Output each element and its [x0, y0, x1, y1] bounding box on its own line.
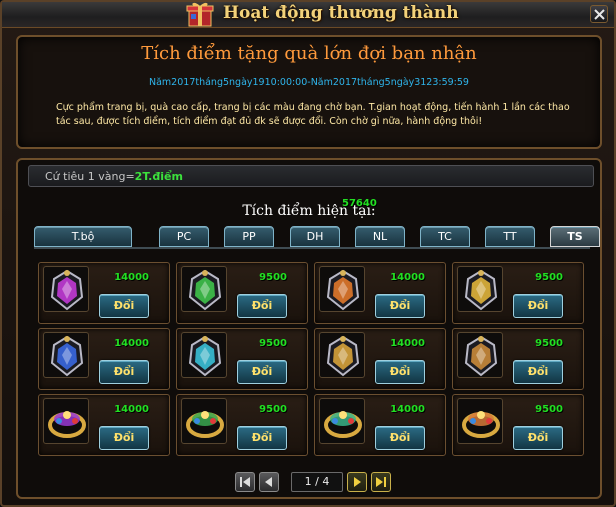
tab-tt[interactable]: TT — [485, 226, 535, 247]
item-price: 14000 — [114, 272, 149, 283]
tab-pp[interactable]: PP — [224, 226, 274, 247]
item-cell: 9500 Đổi — [176, 328, 308, 390]
gift-box-icon — [182, 0, 218, 28]
item-cell: 14000 Đổi — [38, 328, 170, 390]
item-price: 14000 — [390, 272, 425, 283]
redeem-button[interactable]: Đổi — [237, 294, 287, 318]
redeem-button[interactable]: Đổi — [513, 360, 563, 384]
tab-tc[interactable]: TC — [420, 226, 470, 247]
item-slot[interactable] — [181, 398, 227, 444]
item-price: 14000 — [114, 338, 149, 349]
prev-page-button[interactable] — [259, 472, 279, 492]
item-price: 14000 — [114, 404, 149, 415]
event-time-range: Năm2017tháng5ngày1910:00:00-Năm2017tháng… — [149, 77, 469, 88]
item-slot[interactable] — [319, 398, 365, 444]
pink-amulet-icon — [50, 269, 84, 311]
item-grid: 14000 Đổi 9500 Đổi 14000 Đổi 9500 Đổi 14000 Đổi 95… — [38, 262, 588, 458]
first-page-button[interactable] — [235, 472, 255, 492]
exchange-rate-bar: Cứ tiêu 1 vàng=2T.điểm — [28, 165, 594, 187]
last-page-button[interactable] — [371, 472, 391, 492]
close-button[interactable] — [590, 5, 608, 23]
tab-ts[interactable]: TS — [550, 226, 600, 247]
item-cell: 9500 Đổi — [176, 394, 308, 456]
redeem-button[interactable]: Đổi — [375, 360, 425, 384]
item-slot[interactable] — [43, 398, 89, 444]
gem-ring-icon — [464, 335, 498, 377]
blue-amulet-icon — [50, 335, 84, 377]
event-title: Tích điểm tặng quà lớn đợi bạn nhận — [141, 43, 477, 64]
item-slot[interactable] — [181, 332, 227, 378]
gem-bracelet-icon — [326, 335, 360, 377]
redeem-button[interactable]: Đổi — [513, 294, 563, 318]
redeem-button[interactable]: Đổi — [375, 294, 425, 318]
redeem-button[interactable]: Đổi — [99, 294, 149, 318]
category-tabs: T.bộ PC PP DH NL TC TT TS — [34, 226, 604, 248]
item-cell: 14000 Đổi — [38, 262, 170, 324]
tab-divider — [34, 247, 590, 249]
item-cell: 9500 Đổi — [452, 328, 584, 390]
item-cell: 14000 Đổi — [38, 394, 170, 456]
event-info-panel: Tích điểm tặng quà lớn đợi bạn nhận Năm2… — [16, 35, 602, 149]
item-slot[interactable] — [457, 398, 503, 444]
item-price: 9500 — [535, 338, 563, 349]
pagination: 1 / 4 — [235, 471, 395, 493]
tab-all[interactable]: T.bộ — [34, 226, 132, 247]
jeweled-ring-icon — [462, 411, 500, 438]
item-price: 9500 — [535, 404, 563, 415]
next-page-button[interactable] — [347, 472, 367, 492]
first-page-icon — [240, 477, 250, 487]
event-window: Hoạt động thương thành Tích điểm tặng qu… — [0, 0, 616, 507]
tab-nl[interactable]: NL — [355, 226, 405, 247]
item-slot[interactable] — [43, 332, 89, 378]
exchange-panel: Cứ tiêu 1 vàng=2T.điểm Tích điểm hiện tạ… — [16, 158, 602, 499]
item-price: 14000 — [390, 338, 425, 349]
item-price: 9500 — [259, 272, 287, 283]
current-points-label: Tích điểm hiện tại: — [242, 203, 376, 219]
exchange-rate-prefix: Cứ tiêu 1 vàng= — [45, 170, 135, 183]
item-slot[interactable] — [457, 266, 503, 312]
item-cell: 9500 Đổi — [176, 262, 308, 324]
item-cell: 14000 Đổi — [314, 328, 446, 390]
item-price: 9500 — [535, 272, 563, 283]
event-description: Cực phẩm trang bị, quà cao cấp, trang bị… — [56, 102, 570, 127]
item-price: 14000 — [390, 404, 425, 415]
window-title: Hoạt động thương thành — [223, 3, 459, 23]
item-cell: 14000 Đổi — [314, 262, 446, 324]
item-price: 9500 — [259, 338, 287, 349]
redeem-button[interactable]: Đổi — [375, 426, 425, 450]
item-price: 9500 — [259, 404, 287, 415]
exchange-rate-value: 2T.điểm — [134, 170, 183, 183]
green-bracelet-icon — [186, 411, 224, 438]
tab-pc[interactable]: PC — [159, 226, 209, 247]
item-cell: 14000 Đổi — [314, 394, 446, 456]
jade-bracelet-icon — [324, 411, 362, 438]
tab-dh[interactable]: DH — [290, 226, 340, 247]
purple-bracelet-icon — [48, 411, 86, 438]
exchange-rate: Cứ tiêu 1 vàng=2T.điểm — [45, 170, 183, 183]
current-points-value: 57640 — [342, 198, 377, 209]
item-cell: 9500 Đổi — [452, 394, 584, 456]
item-slot[interactable] — [457, 332, 503, 378]
close-icon — [594, 9, 605, 20]
prev-page-icon — [265, 477, 272, 487]
last-page-icon — [376, 477, 386, 487]
item-slot[interactable] — [319, 266, 365, 312]
next-page-icon — [354, 477, 361, 487]
title-bar: Hoạt động thương thành — [2, 2, 614, 28]
item-cell: 9500 Đổi — [452, 262, 584, 324]
redeem-button[interactable]: Đổi — [99, 426, 149, 450]
orange-amulet-icon — [326, 269, 360, 311]
item-slot[interactable] — [181, 266, 227, 312]
item-slot[interactable] — [43, 266, 89, 312]
page-indicator: 1 / 4 — [291, 472, 343, 492]
gold-amulet-icon — [464, 269, 498, 311]
cyan-amulet-icon — [188, 335, 222, 377]
redeem-button[interactable]: Đổi — [237, 360, 287, 384]
green-amulet-icon — [188, 269, 222, 311]
redeem-button[interactable]: Đổi — [513, 426, 563, 450]
item-slot[interactable] — [319, 332, 365, 378]
redeem-button[interactable]: Đổi — [99, 360, 149, 384]
redeem-button[interactable]: Đổi — [237, 426, 287, 450]
